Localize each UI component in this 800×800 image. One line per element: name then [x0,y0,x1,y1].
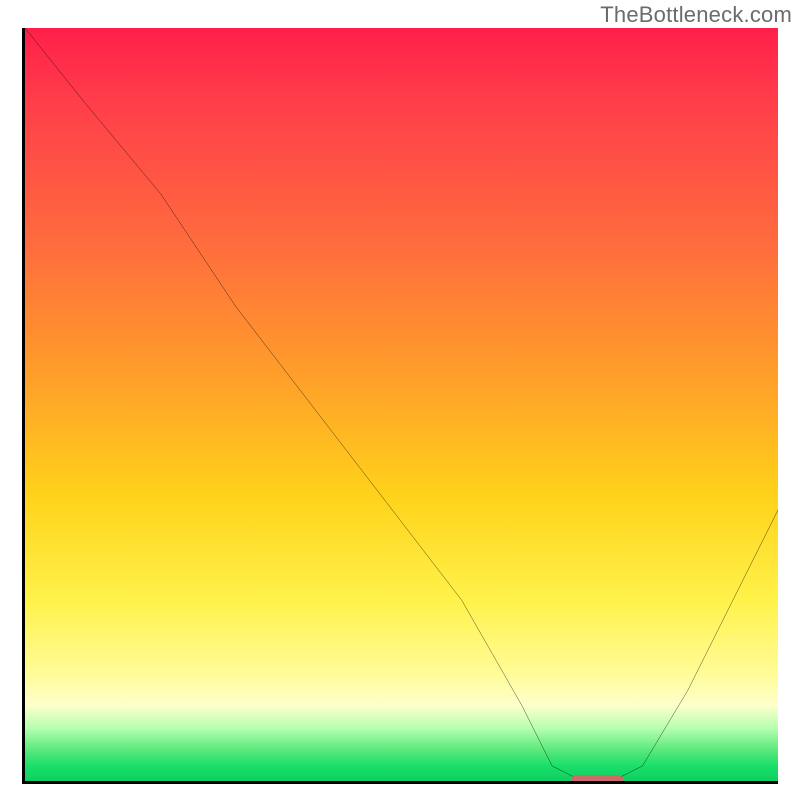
plot-area [22,28,778,784]
chart-frame: TheBottleneck.com [0,0,800,800]
watermark-text: TheBottleneck.com [600,2,792,28]
optimum-marker [571,775,624,784]
bottleneck-curve [25,28,778,781]
curve-path [25,28,778,781]
